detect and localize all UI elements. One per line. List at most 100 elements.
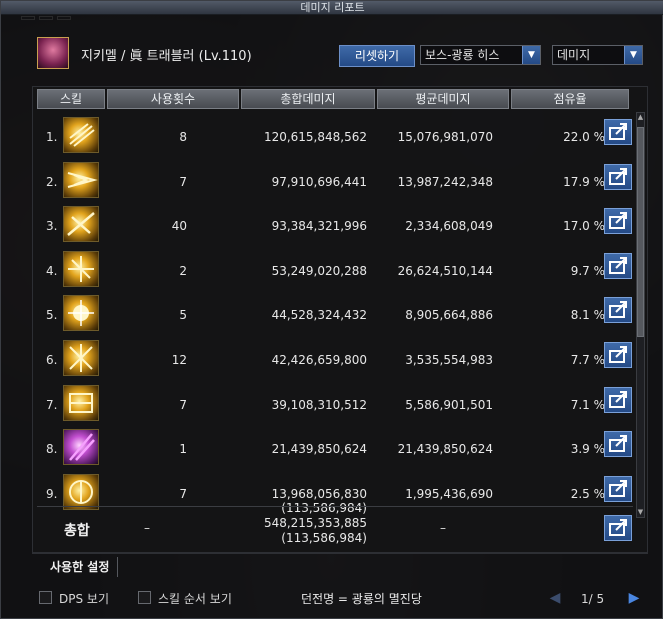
share-button[interactable] [604,342,632,368]
share-button[interactable] [604,297,632,324]
scroll-down-icon[interactable]: ▼ [637,508,644,517]
bg-tab [57,16,71,20]
character-name: 지키멜 / 眞 트래블러 (Lv.110) [81,49,252,64]
row-total: 53,249,020,288 [271,263,367,278]
row-total: 93,384,321,996 [271,219,367,234]
row-average: 3,535,554,983 [405,353,493,367]
summary-total: 548,215,353,885 [263,516,367,530]
summary-divider [37,506,633,507]
share-icon [609,301,627,319]
skill-icon [63,295,99,332]
summary-average: – [440,521,446,535]
share-icon [609,167,627,185]
row-count: 2 [179,263,187,278]
row-share: 22.0 % [563,130,605,144]
table-row: 1. 8 120,615,848,562 15,076,981,070 22.0 % [37,113,633,157]
damage-report-window: 데미지 리포트 지키멜 / 眞 트래블러 (Lv.110) 리셋하기 보스-광룡… [0,0,663,619]
header-count: 사용횟수 [107,89,239,109]
row-average: 26,624,510,144 [397,263,493,278]
dps-label: DPS 보기 [59,592,109,606]
share-button[interactable] [604,431,632,458]
skill-icon [63,117,99,153]
share-button[interactable] [604,163,632,190]
row-share: 2.5 % [570,486,605,501]
reset-button[interactable]: 리셋하기 [339,45,415,67]
skill-icon [63,429,99,466]
row-average: 21,439,850,624 [397,442,493,457]
row-rank: 1. [46,130,58,144]
row-average: 13,987,242,348 [397,174,493,189]
background-tabs [21,16,71,20]
skill-icon [63,250,99,287]
metric-select[interactable]: 데미지 ▼ [552,45,643,65]
share-button[interactable] [604,386,632,413]
next-page-icon[interactable]: ▶ [626,590,642,606]
metric-value: 데미지 [557,48,591,62]
share-icon [609,123,627,140]
row-total: 42,426,659,800 [271,353,367,367]
window-title: 데미지 리포트 [1,1,663,15]
table-header: 스킬 사용횟수 총합데미지 평균데미지 점유율 [37,89,631,111]
row-count: 12 [171,353,187,367]
boss-filter-select[interactable]: 보스-광룡 히스 ▼ [420,45,541,65]
bg-tab [21,16,35,20]
row-rank: 6. [46,353,58,367]
row-average: 5,586,901,501 [405,397,493,412]
skill-icon [63,340,99,376]
dps-checkbox[interactable] [39,591,52,604]
share-button[interactable] [604,208,632,235]
character-avatar [37,37,69,69]
row-total: 39,108,310,512 [271,397,367,412]
chevron-down-icon[interactable]: ▼ [624,46,642,64]
row-count: 8 [179,130,187,144]
scroll-up-icon[interactable]: ▲ [637,113,644,122]
table-row: 8. 1 21,439,850,624 21,439,850,624 3.9 % [37,425,633,469]
row-average: 8,905,664,886 [405,308,493,323]
row-average: 1,995,436,690 [405,486,493,501]
skill-damage-table: 스킬 사용횟수 총합데미지 평균데미지 점유율 1. 8 120,615,848,5… [32,86,648,553]
skill-icon [63,206,99,243]
row-share: 17.9 % [563,174,605,189]
summary-total-sub: (113,586,984) [281,531,367,545]
row-rank: 3. [46,219,58,234]
summary-share-button[interactable] [604,515,632,541]
page-indicator: 1/ 5 [581,592,605,606]
share-button[interactable] [604,119,632,145]
summary-row: 548,215,353,885 (113,586,984) [37,511,633,551]
skill-order-checkbox[interactable] [138,591,151,604]
settings-bar: 사용한 설정 [32,553,648,579]
row-average: 2,334,608,049 [405,219,493,234]
share-button[interactable] [604,475,632,502]
header-skill: 스킬 [37,89,105,109]
scroll-thumb[interactable] [637,127,644,337]
row-total: 44,528,324,432 [271,308,367,323]
share-icon [609,212,627,230]
table-row: 4. 2 53,249,020,288 26,624,510,144 9.7 % [37,247,633,291]
row-count: 7 [179,397,187,412]
row-count: 5 [179,308,187,323]
share-icon [609,479,627,497]
chevron-down-icon[interactable]: ▼ [522,46,540,64]
used-settings-button[interactable]: 사용한 설정 [42,557,119,577]
share-icon [609,390,627,408]
share-icon [609,435,627,453]
row-count: 1 [179,442,187,457]
bottom-bar: DPS 보기 스킬 순서 보기 던전명 = 광룡의 멸진당 ◀ 1/ 5 ▶ [1,587,663,619]
row-count: 7 [179,486,187,501]
row-total: 120,615,848,562 [263,130,367,144]
dungeon-name: 던전명 = 광룡의 멸진당 [301,592,422,606]
row-share: 9.7 % [570,263,605,278]
row-rank: 8. [46,442,58,457]
row-share: 7.1 % [570,397,605,412]
bg-tab [39,16,53,20]
row-rank: 2. [46,174,58,189]
share-icon [609,519,627,536]
table-scrollbar[interactable]: ▲ ▼ [636,112,645,518]
skill-icon [63,473,99,510]
header-share: 점유율 [511,89,629,109]
share-button[interactable] [604,252,632,279]
prev-page-icon[interactable]: ◀ [547,590,563,606]
skill-icon [63,161,99,198]
boss-filter-value: 보스-광룡 히스 [425,48,500,62]
share-icon [609,346,627,363]
